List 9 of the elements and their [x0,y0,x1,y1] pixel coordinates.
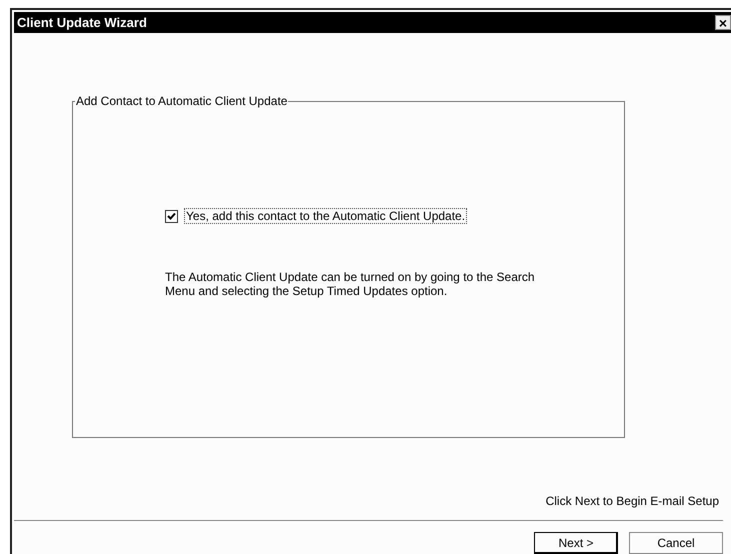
cancel-button[interactable]: Cancel [629,532,723,554]
next-button[interactable]: Next > [534,532,618,554]
window-title: Client Update Wizard [17,15,147,30]
checkbox[interactable] [165,210,178,222]
checkbox-label[interactable]: Yes, add this contact to the Automatic Client Update. [184,208,468,224]
group-title: Add Contact to Automatic Client Update [75,94,288,108]
close-button[interactable]: × [715,15,731,30]
hint-text: Click Next to Begin E-mail Setup [546,494,719,508]
info-text: The Automatic Client Update can be turned on by going to the Search Menu and selecting the Setup Timed Updates option. [165,270,536,298]
